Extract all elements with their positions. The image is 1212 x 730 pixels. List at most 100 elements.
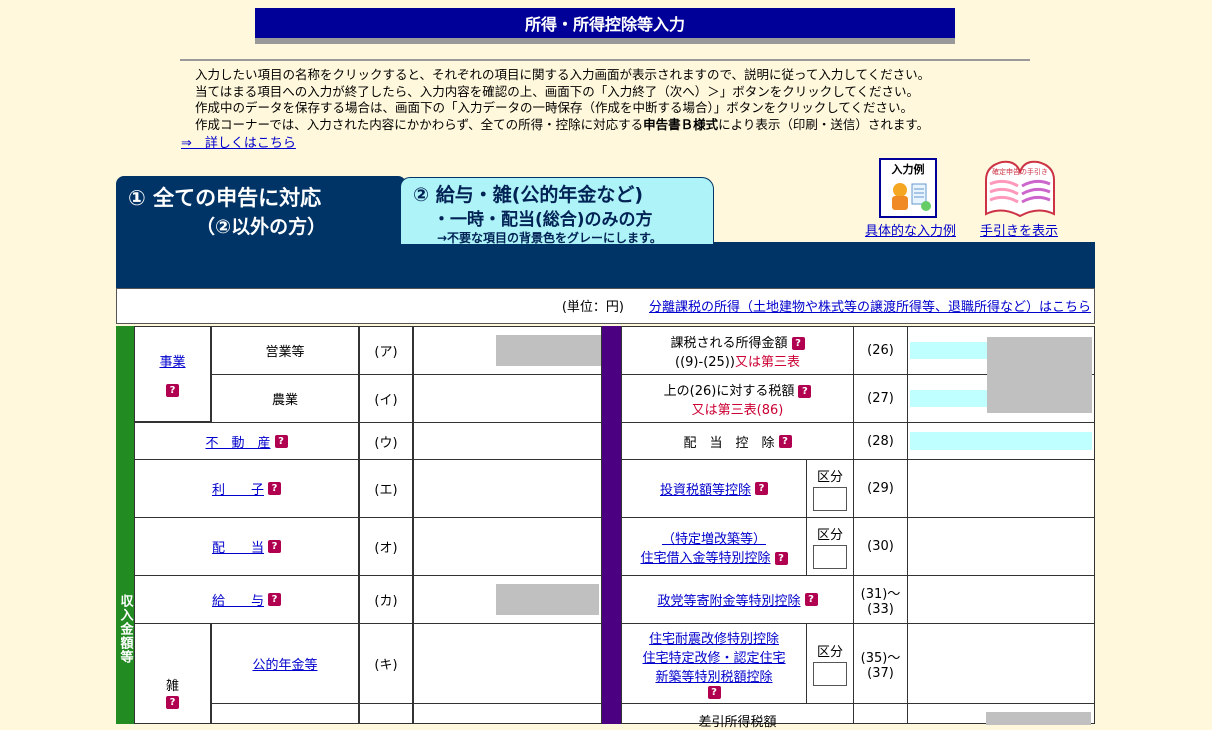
help-icon[interactable]: ? (798, 384, 812, 398)
r28-code: (28) (853, 422, 908, 460)
input-example-caption: 入力例 (891, 163, 925, 176)
income-band-label: 収入金額等 (117, 594, 133, 664)
zatsu-other-cell (211, 703, 359, 724)
business-link[interactable]: 事業 (159, 351, 185, 370)
r38-code (853, 703, 908, 724)
r28-label-cell: 配 当 控 除? (621, 422, 854, 460)
haito-value[interactable] (413, 517, 602, 576)
form-b-label: 申告書Ｂ様式 (643, 116, 719, 132)
guide-cover-text: 確定申告の手引き (992, 167, 1048, 176)
r30-label-cell: （特定増改築等） 住宅借入金等特別控除? (621, 517, 807, 576)
rishi-link[interactable]: 利 子 (212, 479, 264, 498)
r31-label-cell: 政党等寄附金等特別控除? (621, 575, 854, 624)
r30-link-line1[interactable]: （特定増改築等） (662, 528, 766, 547)
r29-label-cell: 投資税額等控除? (621, 459, 807, 518)
kubun-input[interactable] (813, 662, 847, 686)
r31-link[interactable]: 政党等寄附金等特別控除 (657, 590, 800, 609)
help-icon[interactable]: ? (707, 686, 721, 699)
r35-link-line1[interactable]: 住宅耐震改修特別控除 (649, 628, 779, 647)
eigyo-label-cell: 営業等 (211, 326, 359, 375)
haito-cell: 配 当? (134, 517, 359, 576)
rishi-cell: 利 子? (134, 459, 359, 518)
r29-link[interactable]: 投資税額等控除 (660, 479, 751, 498)
help-icon[interactable]: ? (791, 336, 805, 350)
disabled-field (496, 584, 599, 615)
tab-band (116, 242, 1095, 288)
help-icon[interactable]: ? (778, 434, 792, 448)
fudosan-code: (ウ) (359, 422, 413, 460)
fudosan-link[interactable]: 不 動 産 (205, 432, 270, 451)
r30-kubun: 区分 (806, 517, 854, 576)
help-icon[interactable]: ? (274, 434, 288, 448)
r29-kubun: 区分 (806, 459, 854, 518)
detail-link[interactable]: ⇒ 詳しくはこちら (181, 132, 296, 151)
help-icon[interactable]: ? (268, 593, 281, 606)
help-icon[interactable]: ? (268, 482, 281, 495)
disabled-field (986, 712, 1091, 725)
income-section-band: 収入金額等 (116, 326, 134, 724)
r31-code: (31)～ (33) (853, 575, 908, 624)
help-icon[interactable]: ? (774, 551, 788, 565)
r27-code: (27) (853, 374, 908, 423)
rishi-code: (エ) (359, 459, 413, 518)
r35-link-line2[interactable]: 住宅特定改修・認定住宅 (642, 647, 785, 666)
guide-book-icon[interactable]: 確定申告の手引き (982, 158, 1058, 218)
tab-all-filings-subtitle: （②以外の方） (196, 216, 327, 238)
show-guide-link[interactable]: 手引きを表示 (980, 220, 1058, 239)
tab-salary-subtitle: ・一時・配当(総合)のみの方 (433, 210, 653, 230)
nogyo-value[interactable] (413, 374, 602, 423)
tab-all-filings-title: ① 全ての申告に対応 (128, 186, 322, 210)
kyuyo-link[interactable]: 給 与 (212, 590, 264, 609)
r30-link-line2[interactable]: 住宅借入金等特別控除 (640, 551, 770, 566)
haito-link[interactable]: 配 当 (212, 537, 264, 556)
tab-salary-pension-only[interactable]: ② 給与・雑(公的年金など) ・一時・配当(総合)のみの方 →不要な項目の背景色… (400, 177, 714, 245)
help-icon[interactable]: ? (166, 384, 179, 397)
fudosan-value[interactable] (413, 422, 602, 460)
input-example-icon[interactable]: 入力例 (879, 158, 937, 218)
haito-code: (オ) (359, 517, 413, 576)
unit-label: (単位：円) (561, 300, 624, 315)
unit-bar: (単位：円) 分離課税の所得（土地建物や株式等の譲渡所得等、退職所得など）はこち… (116, 288, 1095, 324)
r38-value (907, 703, 1095, 725)
separate-taxation-link[interactable]: 分離課税の所得（土地建物や株式等の譲渡所得等、退職所得など）はこちら (649, 296, 1091, 315)
tab-all-filings[interactable]: ① 全ての申告に対応 （②以外の方） (116, 176, 406, 244)
zatsu-label: 雑 (165, 678, 179, 694)
nenkin-link[interactable]: 公的年金等 (252, 654, 317, 673)
instruction-line: 入力したい項目の名称をクリックすると、それぞれの項目に関する入力画面が表示されま… (195, 67, 931, 82)
r27-label-cell: 上の(26)に対する税額? 又は第三表(86) (621, 374, 854, 423)
nenkin-code: (キ) (359, 623, 413, 704)
instruction-line: 作成コーナーでは、入力された内容にかかわらず、全ての所得・控除に対応する申告書Ｂ… (195, 116, 930, 132)
instruction-line: 当てはまる項目への入力が終了したら、入力内容を確認の上、画面下の「入力終了（次へ… (195, 83, 920, 99)
r35-value[interactable] (907, 623, 1095, 704)
zatsu-other-code (359, 703, 413, 724)
r28-value (907, 422, 1095, 460)
r29-code: (29) (853, 459, 908, 518)
help-icon[interactable]: ? (804, 593, 818, 606)
nenkin-value[interactable] (413, 623, 602, 704)
r26-code: (26) (853, 326, 908, 375)
kubun-input[interactable] (813, 487, 847, 511)
r35-label-cell: 住宅耐震改修特別控除 住宅特定改修・認定住宅 新築等特別税額控除 ? (621, 623, 807, 704)
help-icon[interactable]: ? (268, 540, 281, 553)
r35-kubun: 区分 (806, 623, 854, 704)
r30-value[interactable] (907, 517, 1095, 576)
disabled-field (496, 335, 601, 366)
rishi-value[interactable] (413, 459, 602, 518)
kubun-input[interactable] (813, 545, 847, 569)
r31-value[interactable] (907, 575, 1095, 624)
eigyo-value[interactable] (413, 326, 602, 375)
r35-code: (35)～ (37) (853, 623, 908, 704)
input-example-link[interactable]: 具体的な入力例 (865, 220, 956, 239)
help-icon[interactable]: ? (166, 695, 179, 709)
nogyo-label-cell: 農業 (211, 374, 359, 423)
r29-value[interactable] (907, 459, 1095, 518)
zatsu-other-value[interactable] (413, 703, 602, 724)
r35-link-line3[interactable]: 新築等特別税額控除 (655, 666, 772, 685)
eigyo-code: (ア) (359, 326, 413, 375)
help-icon[interactable]: ? (755, 482, 768, 495)
disabled-field (987, 337, 1092, 413)
tab-salary-title: ② 給与・雑(公的年金など) (413, 184, 644, 206)
fudosan-cell: 不 動 産? (134, 422, 359, 460)
kyuyo-value[interactable] (413, 575, 602, 624)
nenkin-cell: 公的年金等 (211, 623, 359, 704)
